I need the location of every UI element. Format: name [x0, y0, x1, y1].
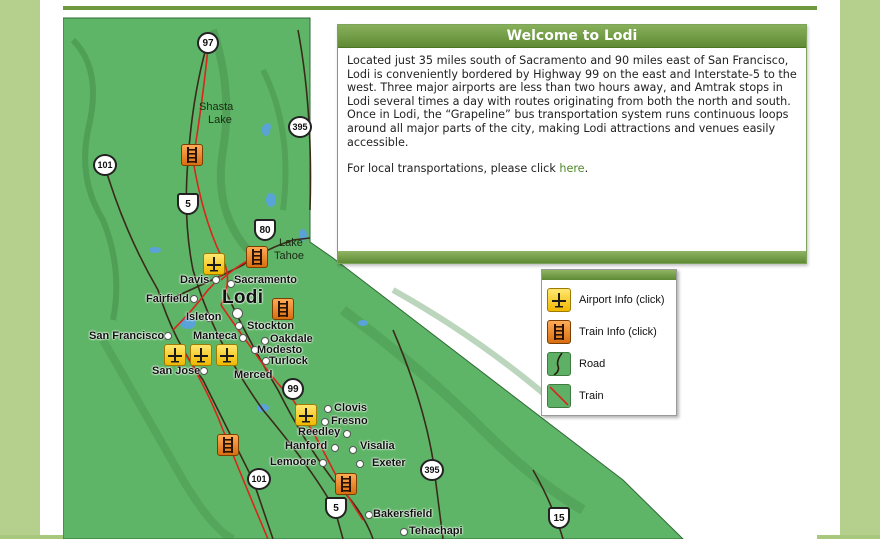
dot-san-jose — [200, 367, 208, 375]
highway-shield-5: 5 — [177, 193, 199, 215]
legend-label-train-info: Train Info (click) — [579, 326, 657, 338]
legend-item-airport[interactable]: Airport Info (click) — [547, 287, 672, 313]
road-icon — [547, 352, 571, 376]
label-visalia: Visalia — [360, 440, 395, 452]
welcome-paragraph-2: For local transportations, please click … — [347, 162, 797, 176]
dot-bakersfield — [365, 511, 373, 519]
map-legend: Airport Info (click) Train Info (click) … — [541, 269, 677, 416]
legend-label-train-line: Train — [579, 390, 604, 402]
label-turlock: Turlock — [269, 355, 308, 367]
label-clovis: Clovis — [334, 402, 368, 414]
legend-header-bar — [542, 270, 676, 280]
airport-marker-bay-3[interactable] — [216, 344, 238, 366]
highway-shield-101: 101 — [93, 154, 117, 176]
label-sacramento: Sacramento — [234, 274, 297, 286]
dot-reedley — [343, 430, 351, 438]
train-icon — [223, 437, 233, 453]
welcome-body: Located just 35 miles south of Sacrament… — [338, 48, 806, 232]
highway-shield-80: 80 — [254, 219, 276, 241]
train-marker-lodi[interactable] — [272, 298, 294, 320]
label-manteca: Manteca — [193, 330, 238, 342]
label-san-francisco: San Francisco — [89, 330, 165, 342]
label-hanford: Hanford — [285, 440, 328, 452]
label-exeter: Exeter — [372, 457, 406, 469]
label-lake-tahoe-2: Tahoe — [274, 250, 304, 262]
train-icon — [252, 249, 262, 265]
train-marker-shasta[interactable] — [181, 144, 203, 166]
welcome-paragraph-2-prefix: For local transportations, please click — [347, 162, 560, 176]
label-isleton: Isleton — [186, 311, 222, 323]
legend-item-train-line: Train — [547, 383, 672, 409]
dot-manteca — [239, 334, 247, 342]
airplane-icon — [220, 348, 234, 363]
label-tehachapi: Tehachapi — [409, 525, 463, 537]
highway-shield-97: 97 — [197, 32, 219, 54]
label-merced: Merced — [234, 369, 273, 381]
label-bakersfield: Bakersfield — [373, 508, 433, 520]
legend-label-airport: Airport Info (click) — [579, 294, 665, 306]
highway-shield-15: 15 — [548, 507, 570, 529]
page-background-right — [834, 0, 880, 535]
airplane-icon — [299, 408, 313, 423]
welcome-footer-bar — [338, 251, 806, 263]
label-stockton: Stockton — [247, 320, 295, 332]
highway-shield-5-south: 5 — [325, 497, 347, 519]
label-reedley: Reedley — [298, 426, 341, 438]
local-transportation-link[interactable]: here — [559, 162, 584, 175]
dot-exeter — [356, 460, 364, 468]
highway-shield-99: 99 — [282, 378, 304, 400]
train-marker-valley[interactable] — [335, 473, 357, 495]
dot-stockton — [235, 322, 243, 330]
airplane-icon — [194, 348, 208, 363]
welcome-panel: Welcome to Lodi Located just 35 miles so… — [337, 24, 807, 264]
welcome-title: Welcome to Lodi — [338, 25, 806, 48]
highway-shield-395-south: 395 — [420, 459, 444, 481]
dot-lodi — [232, 308, 243, 319]
train-marker-coast[interactable] — [217, 434, 239, 456]
dot-fresno — [321, 418, 329, 426]
train-icon — [278, 301, 288, 317]
dot-san-francisco — [164, 332, 172, 340]
train-icon — [547, 320, 571, 344]
train-line-icon — [547, 384, 571, 408]
dot-hanford — [331, 444, 339, 452]
legend-item-road: Road — [547, 351, 672, 377]
train-marker-tahoe[interactable] — [246, 246, 268, 268]
dot-fairfield — [190, 295, 198, 303]
airplane-icon — [207, 257, 221, 272]
label-davis: Davis — [180, 274, 210, 286]
train-icon — [341, 476, 351, 492]
legend-item-train[interactable]: Train Info (click) — [547, 319, 672, 345]
label-lake-tahoe-1: Lake — [279, 237, 303, 249]
label-fairfield: Fairfield — [146, 293, 189, 305]
airport-marker-bay-1[interactable] — [164, 344, 186, 366]
dot-davis — [212, 276, 220, 284]
label-shasta-lake-1: Shasta — [199, 101, 234, 113]
airport-marker-bay-2[interactable] — [190, 344, 212, 366]
label-lodi: Lodi — [222, 287, 264, 308]
highway-shield-101-south: 101 — [247, 468, 271, 490]
label-shasta-lake-2: Lake — [208, 114, 232, 126]
airplane-icon — [547, 288, 571, 312]
legend-label-road: Road — [579, 358, 606, 370]
label-lemoore: Lemoore — [270, 456, 317, 468]
airplane-icon — [168, 348, 182, 363]
dot-clovis — [324, 405, 332, 413]
highway-shield-395: 395 — [288, 116, 312, 138]
welcome-paragraph-1: Located just 35 miles south of Sacrament… — [347, 54, 797, 149]
airport-marker-fresno[interactable] — [295, 404, 317, 426]
train-icon — [187, 147, 197, 163]
dot-visalia — [349, 446, 357, 454]
label-san-jose: San Jose — [152, 365, 201, 377]
airport-marker-sacramento[interactable] — [203, 253, 225, 275]
dot-lemoore — [319, 459, 327, 467]
welcome-paragraph-2-suffix: . — [584, 162, 589, 176]
